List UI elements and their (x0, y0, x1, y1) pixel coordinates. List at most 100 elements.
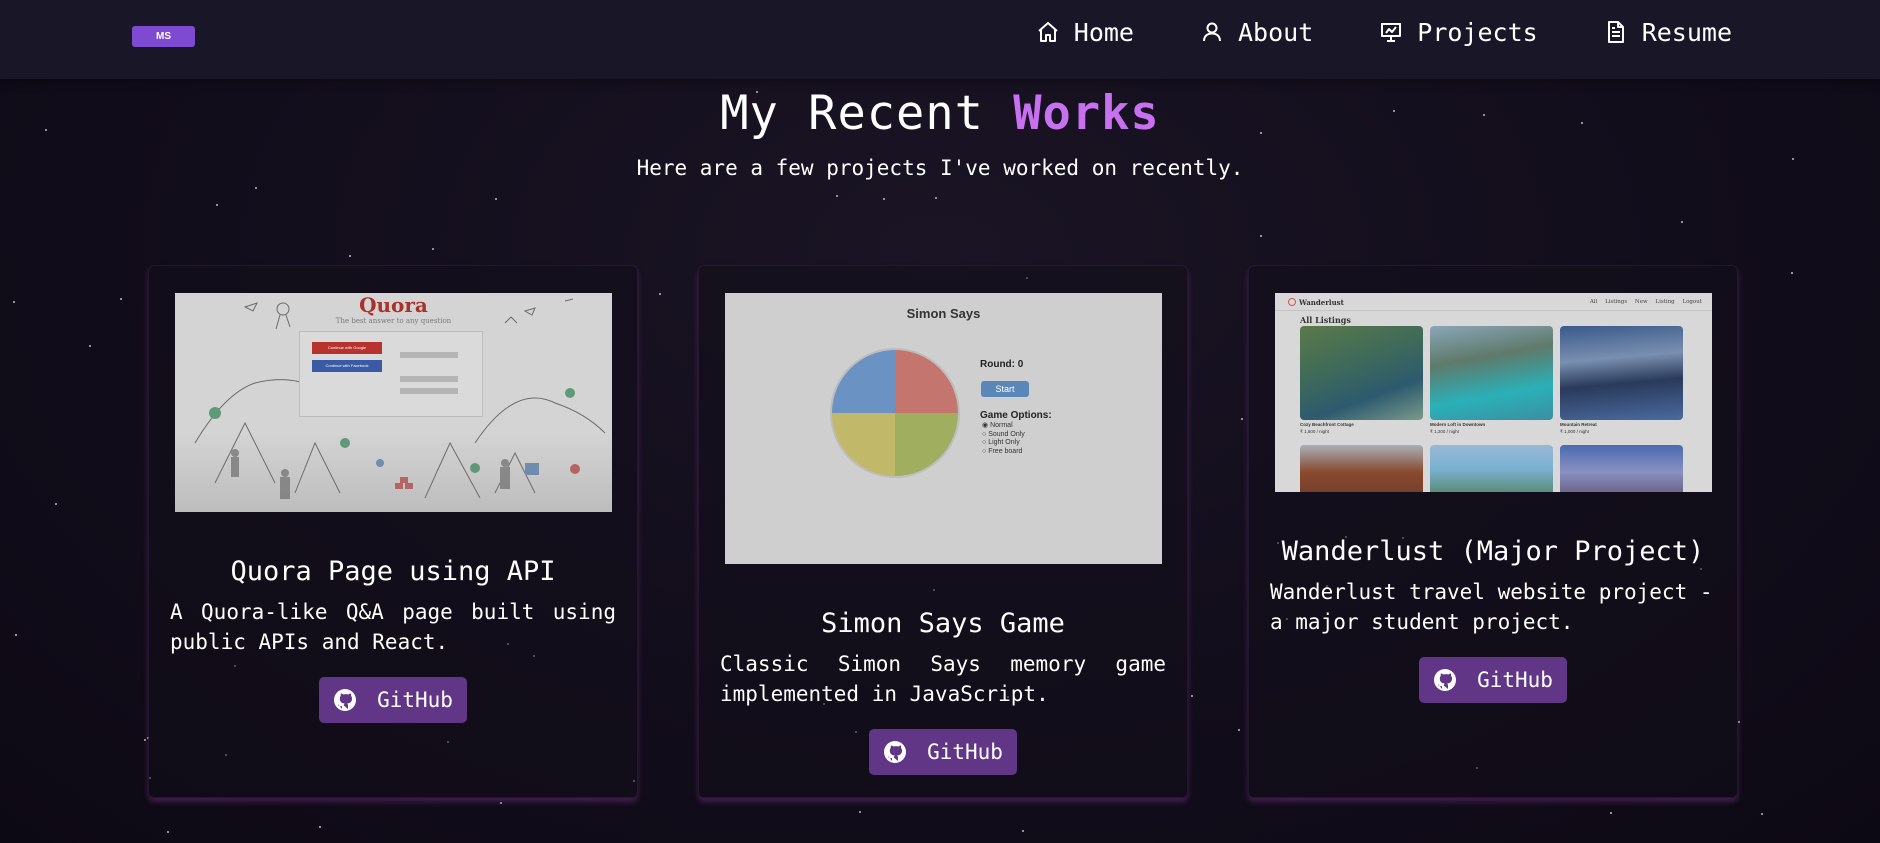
project-image-quora[interactable]: Quora The best answer to any question Co… (175, 293, 612, 512)
project-card-quora: Quora The best answer to any question Co… (148, 265, 638, 798)
simon-start-button: Start (981, 381, 1029, 397)
nav-item-resume[interactable]: Resume (1604, 18, 1732, 47)
radio-icon: ○ (982, 439, 987, 446)
home-icon (1038, 22, 1058, 42)
project-title-wanderlust: Wanderlust (Major Project) (1281, 536, 1705, 567)
page-title-text: My Recent (720, 86, 984, 141)
radio-icon: ○ (982, 447, 987, 455)
simon-round: Round: 0 (980, 359, 1024, 370)
star (432, 248, 434, 250)
star (1241, 418, 1243, 420)
star (13, 301, 15, 303)
project-desc-wanderlust: Wanderlust travel website project - a ma… (1270, 580, 1713, 634)
logo[interactable]: MS (132, 26, 195, 47)
quora-logo: Quora (359, 293, 428, 317)
listing-name: Cozy Beachfront Cottage (1300, 422, 1354, 427)
compass-icon (1288, 298, 1296, 306)
simon-option-label: Normal (990, 422, 1013, 429)
page-title: My Recent Works (0, 86, 1880, 141)
nav-label-resume: Resume (1641, 17, 1732, 47)
radio-icon: ○ (982, 430, 987, 438)
star (1791, 272, 1793, 274)
github-icon (884, 741, 907, 763)
projects-icon (1381, 23, 1402, 42)
star (1738, 721, 1740, 723)
simon-option-label: Light Only (988, 439, 1020, 446)
project-image-wanderlust[interactable]: Wanderlust All Listings New Listing Logo… (1275, 293, 1712, 492)
simon-board (830, 348, 960, 478)
github-button-wanderlust[interactable]: GitHub (1419, 657, 1567, 703)
star (89, 345, 91, 347)
star (495, 198, 497, 200)
github-button-label: GitHub (927, 740, 1003, 764)
nav-item-home[interactable]: Home (1036, 18, 1134, 47)
quora-tagline: The best answer to any question (335, 317, 452, 325)
star (1761, 813, 1763, 815)
star (659, 293, 661, 295)
github-button-label: GitHub (1477, 668, 1553, 692)
star (15, 634, 17, 636)
star (1238, 729, 1240, 731)
star (883, 198, 885, 200)
page-subtitle: Here are a few projects I've worked on r… (636, 156, 1244, 180)
project-card-wanderlust: Wanderlust All Listings New Listing Logo… (1248, 265, 1738, 798)
star (1191, 695, 1193, 697)
listing-price: ₹ 1,200 / night (1430, 429, 1459, 434)
quora-field (400, 352, 458, 358)
wanderlust-brand: Wanderlust (1299, 298, 1344, 307)
nav-label-home: Home (1073, 17, 1134, 47)
wanderlust-navbar: Wanderlust All Listings New Listing Logo… (1275, 293, 1712, 311)
listing-image (1430, 445, 1553, 492)
star (836, 195, 838, 197)
star (167, 831, 169, 833)
star (1022, 830, 1024, 832)
simon-option: ○ Free board (982, 448, 1025, 457)
user-icon (1203, 22, 1221, 42)
quora-field (400, 388, 458, 394)
project-title-simon: Simon Says Game (821, 608, 1065, 639)
listing-price: ₹ 1,000 / night (1560, 429, 1589, 434)
nav-item-about[interactable]: About (1200, 18, 1313, 47)
radio-checked-icon: ◉ (982, 422, 989, 429)
quora-field (400, 376, 458, 382)
github-button-simon[interactable]: GitHub (869, 729, 1017, 775)
simon-option: ◉ Normal (982, 422, 1025, 431)
github-icon (334, 689, 357, 711)
star (859, 811, 861, 813)
nav-label-about: About (1238, 17, 1314, 47)
github-icon (1434, 669, 1457, 691)
simon-option: ○ Light Only (982, 439, 1025, 448)
github-button-quora[interactable]: GitHub (319, 677, 467, 723)
listing-name: Modern Loft in Downtown (1430, 422, 1486, 427)
github-button-label: GitHub (377, 688, 453, 712)
project-title-quora: Quora Page using API (230, 556, 556, 587)
star (500, 802, 502, 804)
star (319, 826, 321, 828)
nav-item-projects[interactable]: Projects (1379, 17, 1538, 47)
wanderlust-heading: All Listings (1300, 315, 1351, 325)
star (144, 739, 146, 741)
star (216, 204, 218, 206)
simon-option: ○ Sound Only (982, 431, 1025, 440)
quora-google-button: Continue with Google (312, 342, 382, 354)
listing-image (1430, 326, 1553, 420)
simon-option-label: Sound Only (988, 430, 1025, 438)
star (935, 197, 937, 199)
project-card-simon: Simon Says Round: 0 Start Game Options: … (698, 265, 1188, 798)
listing-image (1560, 326, 1683, 420)
simon-options-label: Game Options: (980, 410, 1052, 421)
nav-label-projects: Projects (1417, 17, 1538, 47)
simon-option-label: Free board (988, 447, 1023, 455)
star (1260, 235, 1262, 237)
simon-title: Simon Says (906, 306, 981, 321)
project-desc-quora: A Quora-like Q&A page built using public… (170, 600, 616, 654)
star (120, 298, 122, 300)
listing-name: Mountain Retreat (1560, 422, 1597, 427)
project-desc-simon: Classic Simon Says memory game implement… (720, 652, 1166, 706)
document-icon (1607, 21, 1624, 43)
project-image-simon[interactable]: Simon Says Round: 0 Start Game Options: … (725, 293, 1162, 564)
star (255, 187, 257, 189)
star (55, 503, 57, 505)
listing-image (1300, 445, 1423, 492)
quora-login-box: Continue with Google Continue with Faceb… (299, 331, 483, 417)
